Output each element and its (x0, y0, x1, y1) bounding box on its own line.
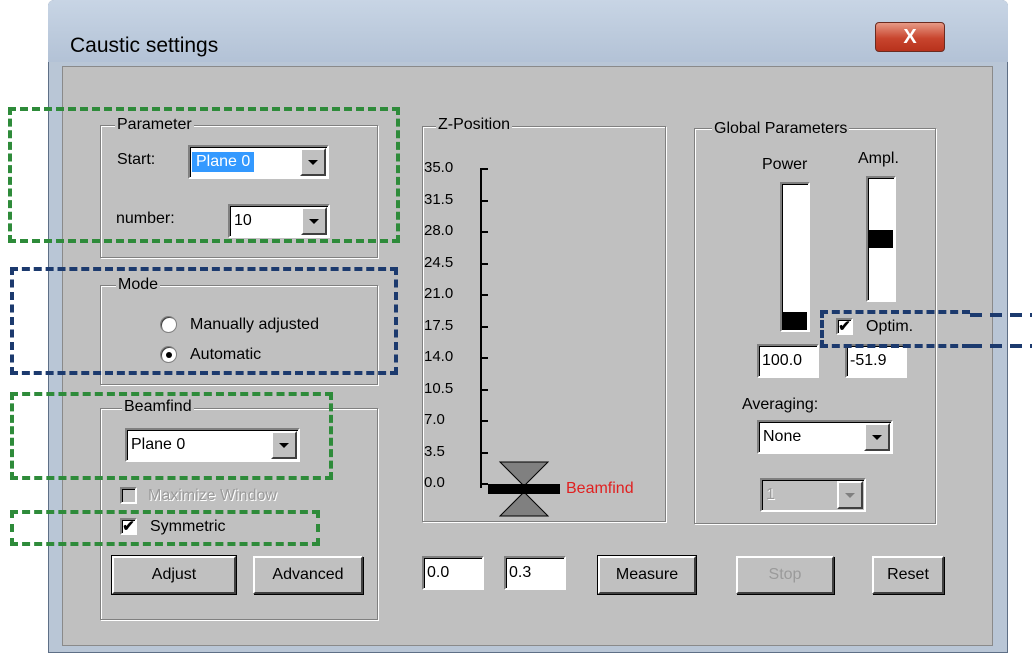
chevron-down-icon[interactable] (837, 481, 863, 509)
z-tick-mark (480, 483, 488, 485)
z-step-field[interactable]: 0.3 (504, 556, 566, 590)
global-parameters-legend: Global Parameters (712, 120, 850, 138)
ampl-label: Ampl. (858, 150, 899, 167)
z-tick-mark (480, 451, 488, 454)
power-value-field[interactable]: 100.0 (757, 344, 819, 378)
z-tick-label: 35.0 (424, 159, 454, 176)
power-slider[interactable] (780, 182, 810, 332)
z-tick-mark (480, 231, 488, 233)
hourglass-marker-icon[interactable] (488, 460, 560, 518)
maximize-window-label: Maximize Window (148, 487, 277, 504)
z-start-field[interactable]: 0.0 (422, 556, 484, 590)
z-tick-label: 21.0 (424, 285, 454, 302)
disabled-select-value: 1 (766, 486, 775, 503)
close-button[interactable]: X (875, 22, 945, 52)
power-slider-thumb[interactable] (783, 312, 807, 330)
z-tick-mark (480, 420, 488, 422)
chevron-down-icon[interactable] (864, 423, 890, 451)
annotation-optim-ext-top (970, 313, 1032, 317)
ampl-slider-thumb[interactable] (869, 230, 893, 248)
measure-button[interactable]: Measure (597, 555, 697, 595)
z-tick-mark (480, 388, 488, 391)
z-tick-mark (480, 294, 488, 296)
disabled-select[interactable]: 1 (760, 478, 866, 512)
z-tick-label: 3.5 (424, 442, 445, 460)
z-tick-label: 0.0 (424, 474, 445, 491)
beamfind-marker-label: Beamfind (566, 480, 634, 497)
annotation-mode (10, 267, 398, 375)
z-tick-label: 28.0 (424, 222, 454, 239)
z-tick-mark (480, 168, 488, 170)
z-tick-mark (480, 325, 488, 328)
z-tick-label: 17.5 (424, 316, 454, 334)
ampl-slider[interactable] (866, 176, 896, 302)
z-tick-mark (480, 357, 488, 359)
ampl-value-field[interactable]: -51.9 (845, 344, 907, 378)
annotation-symmetric (10, 510, 320, 546)
close-icon: X (903, 26, 917, 48)
z-position-legend: Z-Position (436, 116, 513, 134)
stop-button[interactable]: Stop (736, 556, 834, 594)
z-tick-label: 10.5 (424, 379, 454, 397)
reset-button[interactable]: Reset (872, 556, 944, 594)
z-tick-label: 7.0 (424, 411, 445, 428)
z-tick-label: 24.5 (424, 253, 454, 271)
annotation-parameter (8, 107, 400, 243)
averaging-select[interactable]: None (757, 420, 893, 454)
z-tick-mark (480, 199, 488, 202)
averaging-label: Averaging: (742, 396, 819, 413)
z-scale-axis (480, 170, 482, 488)
z-tick-label: 31.5 (424, 190, 454, 208)
window-title: Caustic settings (70, 34, 219, 57)
z-tick-mark (480, 262, 488, 265)
maximize-window-checkbox[interactable] (120, 487, 137, 504)
adjust-button[interactable]: Adjust (111, 555, 237, 595)
advanced-button[interactable]: Advanced (253, 556, 363, 594)
averaging-value: None (763, 428, 802, 445)
annotation-optim-ext-bottom (970, 344, 1032, 348)
z-tick-label: 14.0 (424, 348, 454, 365)
power-label: Power (762, 156, 808, 173)
annotation-optim (820, 310, 970, 348)
annotation-beamfind (10, 392, 333, 480)
